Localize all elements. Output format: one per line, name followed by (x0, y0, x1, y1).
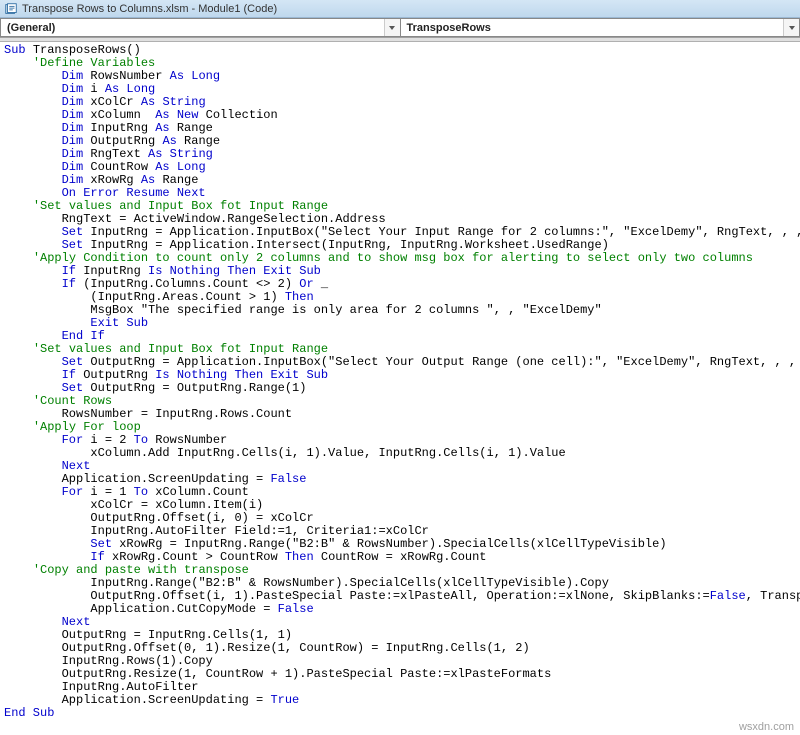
code-editor[interactable]: Sub TransposeRows() 'Define Variables Di… (0, 42, 800, 722)
code-line[interactable]: Application.ScreenUpdating = True (4, 694, 796, 707)
code-line[interactable]: Set OutputRng = OutputRng.Range(1) (4, 382, 796, 395)
code-line[interactable]: Application.CutCopyMode = False (4, 603, 796, 616)
chevron-down-icon (783, 19, 799, 36)
window-title-bar: Transpose Rows to Columns.xlsm - Module1… (0, 0, 800, 18)
watermark: wsxdn.com (739, 721, 794, 733)
chevron-down-icon (384, 19, 400, 36)
code-line[interactable]: End Sub (4, 707, 796, 720)
procedure-dropdown-text: TransposeRows (401, 22, 491, 34)
module-icon (4, 2, 18, 16)
procedure-dropdown[interactable]: TransposeRows (400, 18, 800, 37)
code-line[interactable]: xColumn.Add InputRng.Cells(i, 1).Value, … (4, 447, 796, 460)
object-dropdown[interactable]: (General) (0, 18, 400, 37)
dropdown-bar: (General) TransposeRows (0, 18, 800, 38)
window-title: Transpose Rows to Columns.xlsm - Module1… (22, 3, 277, 15)
code-line[interactable]: Exit Sub (4, 317, 796, 330)
object-dropdown-text: (General) (1, 22, 55, 34)
